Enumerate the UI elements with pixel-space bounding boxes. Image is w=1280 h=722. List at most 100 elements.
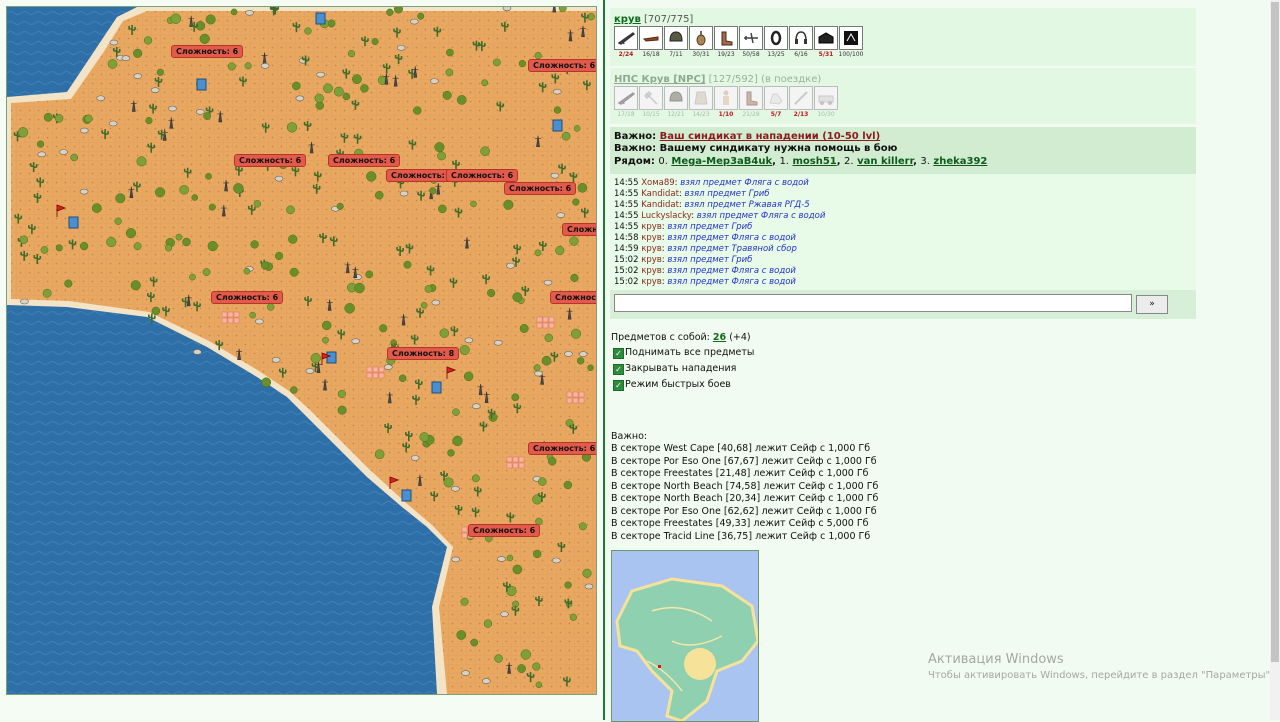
log-user[interactable]: крув [641,233,662,243]
bones-icon [168,105,177,112]
rifle-icon[interactable] [614,86,638,110]
difficulty-label[interactable]: Сложность: 6 [468,524,541,537]
helmet-icon[interactable] [664,26,688,50]
log-user[interactable]: Kandidat [641,189,679,199]
armor-icon[interactable] [814,26,838,50]
nearby-player-link[interactable]: van killerr [857,156,913,167]
chat-send-button[interactable]: » [1136,295,1168,314]
vest-icon[interactable] [689,86,713,110]
equipment-slot[interactable]: 19/23 [714,26,738,58]
difficulty-label[interactable]: Сложность: 6 [528,59,596,72]
durability-text: 2/13 [793,111,809,118]
difficulty-label[interactable]: Сложность: 6 [504,182,577,195]
ring-icon[interactable] [764,26,788,50]
bush-icon [403,260,412,269]
boots-icon[interactable] [714,26,738,50]
figure-icon[interactable] [714,86,738,110]
news-prefix: Важно: [614,143,657,154]
bones-icon [109,39,119,46]
trap-tile [378,366,385,373]
equipment-slot[interactable]: 6/16 [789,26,813,58]
bush-icon [333,86,344,97]
trap-tile [566,397,573,404]
equipment-slot[interactable]: 2/24 [614,26,638,58]
option-checkbox[interactable]: ✓ [613,364,624,375]
bush-icon [79,241,89,251]
equipment-slot[interactable]: 14/23 [689,86,713,118]
items-count-link[interactable]: 26 [713,332,726,343]
gloves-icon[interactable] [764,86,788,110]
bush-icon [250,240,259,249]
headphones-icon[interactable] [789,26,813,50]
page-scrollbar[interactable] [1270,0,1280,720]
bush-icon [125,228,137,239]
important-title: Важно: [611,431,648,442]
bush-icon [40,246,49,254]
bones-icon [59,149,68,155]
log-user[interactable]: Kandidat [641,200,679,210]
boots-icon[interactable] [739,86,763,110]
equipment-slot[interactable]: 30/31 [689,26,713,58]
log-user[interactable]: Хома89 [641,178,674,188]
scrollbar-thumb[interactable] [1271,2,1279,662]
option-checkbox[interactable]: ✓ [613,380,624,391]
device-icon[interactable] [839,26,863,50]
equipment-slot[interactable]: 5/31 [814,26,838,58]
durability-text: 14/23 [692,111,710,118]
equipment-slot[interactable]: 12/21 [664,86,688,118]
bush-icon [413,106,422,115]
equipment-slot[interactable]: 21/28 [739,86,763,118]
bush-icon [456,630,467,640]
difficulty-label[interactable]: Сложность: 6 [211,291,284,304]
option-checkbox[interactable]: ✓ [613,348,624,359]
helmet-icon[interactable] [664,86,688,110]
equipment-slot[interactable]: 13/25 [764,26,788,58]
minimap[interactable] [611,550,759,722]
equipment-slot[interactable]: 10/15 [639,86,663,118]
car-icon[interactable] [814,86,838,110]
nearby-player-link[interactable]: mosh51 [792,156,836,167]
difficulty-label[interactable]: Сложность: 6 [528,442,596,455]
equipment-slot[interactable]: 10/30 [814,86,838,118]
equipment-slot[interactable]: 17/18 [614,86,638,118]
difficulty-label[interactable]: Сложность: 6 [446,169,519,182]
equipment-slot[interactable]: 16/18 [639,26,663,58]
difficulty-label[interactable]: Сложность: 6 [234,154,307,167]
chat-input[interactable] [614,294,1132,312]
log-user[interactable]: крув [641,266,662,276]
log-time: 14:59 [614,244,639,254]
log-user[interactable]: крув [641,244,662,254]
player-name-link[interactable]: крув [614,14,641,25]
hammer-icon[interactable] [639,86,663,110]
log-user[interactable]: крув [641,255,662,265]
safe-location-line: В секторе Tracid Line [36,75] лежит Сейф… [611,530,871,542]
bush-icon [202,268,211,276]
log-user[interactable]: крув [641,222,662,232]
equipment-slot[interactable]: 7/11 [664,26,688,58]
log-user[interactable]: Luckyslacky [641,211,691,221]
difficulty-label[interactable]: Сложность: 6 [171,45,244,58]
nearby-player-link[interactable]: Mega-Мер3аВ4uk [671,156,772,167]
bush-icon [494,654,503,663]
log-user[interactable]: крув [641,277,662,287]
map-terrain[interactable] [7,7,596,694]
stick-icon[interactable] [789,86,813,110]
difficulty-label[interactable]: Сложность: 6 [550,291,596,304]
bones-icon [552,557,561,564]
syndicate-attack-link[interactable]: Ваш синдикат в нападении (10-50 lvl) [660,131,881,142]
grenade-icon[interactable] [689,26,713,50]
difficulty-label[interactable]: Сложность: 6 [328,154,401,167]
equipment-slot[interactable]: 2/13 [789,86,813,118]
game-map[interactable]: Сложность: 6 Сложность: 6 Сложность: 6 Слож… [6,6,597,695]
difficulty-label[interactable]: Сложность: 6 [562,223,596,236]
equipment-slot[interactable]: 100/100 [839,26,863,58]
equipment-slot[interactable]: 50/58 [739,26,763,58]
shotgun-icon[interactable] [639,26,663,50]
equipment-slot[interactable]: 5/7 [764,86,788,118]
equipment-slot[interactable]: 1/10 [714,86,738,118]
difficulty-label[interactable]: Сложность: 8 [387,347,460,360]
npc-name-link[interactable]: НПС Крув [NPC] [614,74,705,85]
plane-icon[interactable] [739,26,763,50]
nearby-player-link[interactable]: zheka392 [933,156,987,167]
rifle-icon[interactable] [614,26,638,50]
